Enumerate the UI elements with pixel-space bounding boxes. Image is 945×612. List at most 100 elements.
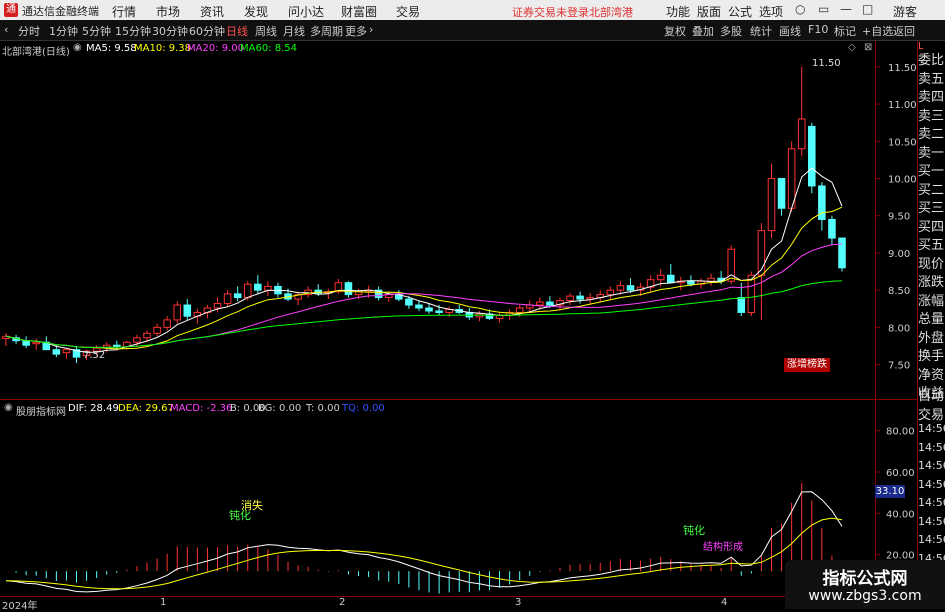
axis-separator [875, 41, 876, 596]
panel-lower-item-3[interactable]: 14:56 [918, 441, 945, 459]
candle-body [183, 304, 192, 317]
date-label-mar: 3 [515, 597, 522, 608]
candle-body [415, 304, 423, 309]
panel-lower-item-0[interactable]: 自动 [918, 385, 945, 403]
price-tick-label: 9.00 [888, 249, 910, 260]
candle-body [425, 307, 433, 312]
price-tick-label: 7.50 [888, 361, 910, 372]
watermark-title: 指标公式网 [822, 569, 908, 589]
candle-body [797, 118, 806, 150]
candle-body [163, 319, 171, 328]
candle-body [787, 148, 796, 209]
candle-body [687, 280, 695, 285]
date-label-jan: 1 [160, 597, 167, 608]
panel-item-2[interactable]: 卖四 [918, 86, 945, 104]
candle-body [254, 283, 262, 291]
candle-body [666, 274, 675, 284]
panel-item-7[interactable]: 买二 [918, 179, 945, 197]
macd-tick-label: 40.00 [886, 509, 915, 520]
price-tick-label: 11.00 [888, 100, 917, 111]
panel-lower-item-4[interactable]: 14:56 [918, 459, 945, 477]
panel-item-3[interactable]: 卖三 [918, 105, 945, 123]
price-tick-label: 10.50 [888, 137, 917, 148]
candle-body [52, 349, 61, 355]
jiegou-annotation: 结构形成 [703, 542, 743, 553]
candle-body [113, 344, 121, 348]
candle-body [22, 340, 30, 346]
pane-separator [0, 399, 918, 400]
panel-lower-item-2[interactable]: 14:56 [918, 422, 945, 440]
price-tick-label: 8.00 [888, 323, 910, 334]
panel-item-0[interactable]: 委比 [918, 49, 945, 67]
macd-tick-label: 80.00 [886, 427, 915, 438]
candle-body [435, 310, 443, 313]
date-label-feb: 2 [339, 597, 346, 608]
date-separator [0, 596, 918, 597]
kline-chart[interactable]: 11.50 11.00 10.50 10.00 9.50 9.00 8.50 8.00 7.50… [0, 0, 945, 609]
panel-item-17[interactable]: 净资 [918, 364, 945, 382]
panel-lower-item-7[interactable]: 14:56 [918, 515, 945, 533]
watermark: 指标公式网 www.zbgs3.com [785, 560, 945, 609]
panel-item-15[interactable]: 外盘 [918, 327, 945, 345]
panel-lower-item-6[interactable]: 14:56 [918, 496, 945, 514]
candle-body [576, 295, 584, 300]
candle-body [153, 326, 161, 334]
panel-lower-item-1[interactable]: 交易 [918, 404, 945, 422]
candle-body [344, 282, 353, 296]
candle-body [808, 125, 816, 187]
candle-body [737, 297, 746, 313]
dunhua-annotation-2: 钝化 [683, 524, 705, 537]
candle-body [32, 341, 40, 345]
candle-body [233, 293, 242, 299]
panel-item-8[interactable]: 买三 [918, 197, 945, 215]
watermark-url: www.zbgs3.com [808, 588, 922, 604]
candle-body [223, 293, 232, 305]
candle-body [626, 285, 635, 291]
candle-body [515, 307, 524, 313]
price-tick-label: 11.50 [888, 63, 917, 74]
high-annotation: 11.50 [812, 58, 841, 69]
quote-side-panel: L 委比 卖五 卖四 卖三 卖二 卖一 买一 买二 买三 买四 买五 现价 涨跌 涨幅 总量 外盘 换手 净资 收益… [918, 41, 945, 609]
candle-body [62, 349, 71, 354]
candle-body [173, 304, 182, 321]
candle-body [616, 285, 625, 291]
candle-body [264, 285, 272, 291]
candle-body [838, 237, 846, 269]
candle-body [656, 274, 665, 281]
price-tick-label: 9.50 [888, 212, 910, 223]
candle-body [777, 178, 786, 209]
candle-body [143, 332, 151, 339]
candle-body [536, 301, 544, 306]
ma10-line [5, 206, 843, 350]
panel-item-13[interactable]: 涨幅 [918, 290, 945, 308]
panel-item-11[interactable]: 现价 [918, 253, 945, 271]
status-badge: 涨增榜跌 [784, 358, 830, 372]
candle-body [767, 178, 776, 232]
macd-tick-label: 60.00 [886, 468, 915, 479]
price-tick-label: 10.00 [888, 175, 917, 186]
panel-item-14[interactable]: 总量 [918, 308, 945, 326]
panel-item-1[interactable]: 卖五 [918, 68, 945, 86]
date-label-apr: 4 [721, 597, 728, 608]
panel-item-5[interactable]: 卖一 [918, 142, 945, 160]
price-tick-label: 8.50 [888, 286, 910, 297]
panel-item-9[interactable]: 买四 [918, 216, 945, 234]
candle-body [566, 295, 574, 302]
candle-body [243, 283, 252, 299]
panel-item-16[interactable]: 换手 [918, 345, 945, 363]
candle-body [747, 274, 756, 313]
panel-lower-item-5[interactable]: 14:56 [918, 478, 945, 496]
low-annotation: 7.52 [83, 350, 106, 361]
panel-lower-item-8[interactable]: 14:56 [918, 533, 945, 551]
panel-item-4[interactable]: 卖二 [918, 123, 945, 141]
panel-item-6[interactable]: 买一 [918, 160, 945, 178]
panel-item-10[interactable]: 买五 [918, 234, 945, 252]
candle-body [828, 218, 836, 239]
candle-body [213, 303, 222, 309]
candle-body [546, 301, 554, 306]
panel-item-12[interactable]: 涨跌 [918, 271, 945, 289]
dunhua-annotation-1: 钝化 [229, 509, 251, 522]
candle-body [707, 277, 715, 282]
dea-line [5, 517, 843, 590]
ma20-line [5, 243, 843, 348]
